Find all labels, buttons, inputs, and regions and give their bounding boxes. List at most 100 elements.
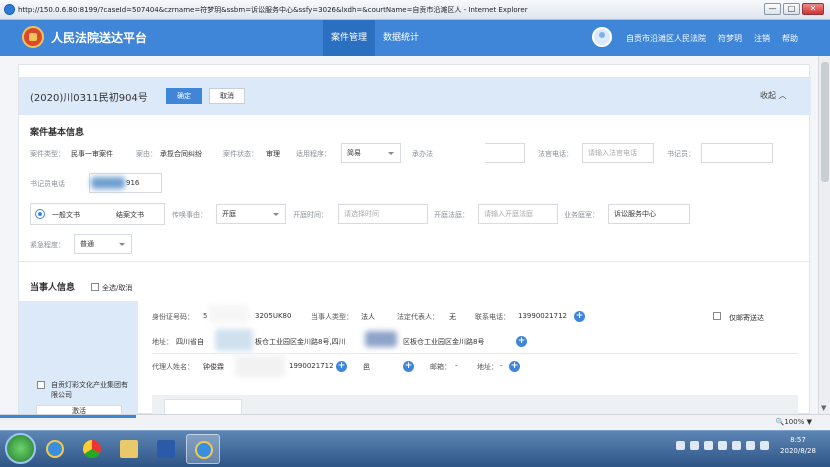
chevron-up-icon: ︿ — [778, 91, 787, 100]
tray-keyboard-icon[interactable] — [676, 441, 685, 450]
load-progress — [0, 415, 136, 418]
doc-closing-label: 结案文书 — [116, 211, 144, 219]
folder-icon — [120, 440, 138, 458]
service-room-input[interactable]: 诉讼服务中心 — [608, 204, 690, 224]
clock[interactable]: 8:57 2020/8/28 — [778, 435, 818, 457]
procedure-value: 简易 — [347, 149, 361, 157]
tray-help-icon[interactable] — [690, 441, 699, 450]
court-name-link[interactable]: 自贡市沿滩区人民法院 — [626, 33, 706, 44]
taskbar: 8:57 2020/8/28 — [0, 430, 830, 467]
procedure-select[interactable]: 简易 — [341, 143, 401, 163]
cause-label: 案由： — [136, 150, 157, 158]
urgency-label: 紧急程度： — [30, 241, 65, 249]
document-tab[interactable] — [164, 399, 242, 414]
judge-phone-input[interactable]: 请输入法官电话 — [582, 143, 654, 163]
doc-general-radio[interactable] — [35, 209, 45, 219]
judge-input[interactable] — [485, 143, 525, 163]
nav-statistics[interactable]: 数据统计 — [375, 20, 427, 56]
cancel-button[interactable]: 取消 — [209, 88, 245, 104]
address-label: 地址： — [152, 338, 173, 346]
scroll-down-icon[interactable]: ▼ — [821, 404, 826, 412]
app-title: 人民法院送达平台 — [51, 31, 148, 45]
taskbar-ie-active[interactable] — [186, 434, 220, 464]
clerk-phone-label: 书记员电话 — [30, 180, 65, 188]
tray-network-icon[interactable] — [718, 441, 727, 450]
mail-only-checkbox[interactable] — [713, 312, 721, 320]
phone-value: 13990021712 — [518, 312, 567, 320]
taskbar-chrome[interactable] — [75, 434, 109, 464]
ie-icon — [4, 4, 15, 15]
chevron-down-icon — [273, 213, 279, 216]
address-part-c: 区板仓工业园区金川路8号 — [403, 338, 485, 346]
ie-icon — [46, 440, 64, 458]
add-agent-icon[interactable]: + — [403, 361, 414, 372]
doc-closing-radio[interactable] — [103, 209, 113, 219]
tray-shield-icon[interactable] — [704, 441, 713, 450]
zoom-control[interactable]: 🔍100% ▼ — [776, 418, 812, 426]
basic-info-title: 案件基本信息 — [30, 128, 85, 138]
hearing-time-label: 开庭时间： — [293, 211, 328, 219]
activate-button[interactable]: 激活 — [36, 405, 122, 414]
logout-link[interactable]: 注销 — [754, 33, 770, 44]
vertical-scrollbar[interactable]: ▼ — [818, 56, 830, 414]
collapse-toggle[interactable]: 收起 ︿ — [760, 90, 787, 101]
party-type-label: 当事人类型： — [311, 313, 353, 321]
urgency-select[interactable]: 普通 — [74, 234, 132, 254]
add-agent-phone-icon[interactable]: + — [336, 361, 347, 372]
add-agent-address-icon[interactable]: + — [509, 361, 520, 372]
mail-only-label: 仅邮寄送达 — [729, 314, 764, 322]
redacted-block — [365, 331, 397, 347]
case-number: (2020)川0311民初904号 — [30, 93, 148, 104]
clerk-input[interactable] — [701, 143, 773, 163]
tray-volume-icon[interactable] — [732, 441, 741, 450]
party-checkbox[interactable] — [37, 381, 45, 389]
agent-phone-value: 1990021712 — [289, 362, 334, 370]
taskbar-explorer[interactable] — [112, 434, 146, 464]
clock-time: 8:57 — [790, 436, 806, 444]
case-panel: (2020)川0311民初904号 确定 取消 收起 ︿ 案件基本信息 案件类型… — [18, 64, 811, 414]
taskbar-word[interactable] — [149, 434, 183, 464]
section-divider — [19, 261, 811, 262]
court-emblem-icon — [22, 26, 44, 48]
confirm-button[interactable]: 确定 — [166, 88, 202, 104]
clock-date: 2020/8/28 — [780, 447, 816, 455]
close-button[interactable]: ✕ — [802, 3, 824, 15]
nav-case-management[interactable]: 案件管理 — [323, 20, 376, 56]
scrollbar-thumb[interactable] — [821, 62, 829, 182]
taskbar-ie-pinned[interactable] — [38, 434, 72, 464]
hearing-time-input[interactable]: 请选择时间 — [338, 204, 428, 224]
party-sidebar: 自贡灯彩文化产业集团有限公司 激活 — [19, 301, 138, 414]
legal-rep-label: 法定代表人： — [397, 313, 439, 321]
add-phone-icon[interactable]: + — [574, 311, 585, 322]
id-tail: 3205UK80 — [255, 312, 292, 320]
chevron-down-icon — [119, 243, 125, 246]
select-all-checkbox[interactable] — [91, 283, 99, 291]
redacted-block — [215, 329, 253, 351]
main-nav: 案件管理 数据统计 — [323, 20, 427, 56]
status-value: 审理 — [266, 150, 280, 158]
maximize-button[interactable]: □ — [783, 3, 800, 15]
reason-select[interactable]: 开庭 — [216, 204, 286, 224]
zoom-level: 🔍100% — [775, 418, 805, 426]
legal-rep-value: 无 — [449, 313, 456, 321]
main-content: (2020)川0311民初904号 确定 取消 收起 ︿ 案件基本信息 案件类型… — [0, 56, 818, 414]
court-room-input[interactable]: 请输入开庭法庭 — [478, 204, 558, 224]
procedure-label: 适用程序： — [296, 150, 331, 158]
reason-label: 传唤事由： — [172, 211, 207, 219]
help-link[interactable]: 帮助 — [782, 33, 798, 44]
add-address-icon[interactable]: + — [516, 336, 527, 347]
word-icon — [157, 440, 175, 458]
avatar[interactable] — [592, 27, 612, 47]
document-area — [152, 395, 798, 414]
minimize-button[interactable]: — — [764, 3, 781, 15]
start-button[interactable] — [5, 433, 36, 464]
window-titlebar: http://150.0.6.80:8199/?caseId=507404&cz… — [0, 0, 830, 20]
tray-action-icon[interactable] — [760, 441, 769, 450]
tray-flag-icon[interactable] — [746, 441, 755, 450]
party-name: 自贡灯彩文化产业集团有限公司 — [51, 381, 128, 399]
id-label: 身份证号码： — [152, 313, 194, 321]
clerk-label: 书记员： — [667, 150, 695, 158]
redacted-block — [235, 355, 285, 377]
system-tray — [676, 441, 769, 450]
user-name-link[interactable]: 符梦玥 — [718, 33, 742, 44]
